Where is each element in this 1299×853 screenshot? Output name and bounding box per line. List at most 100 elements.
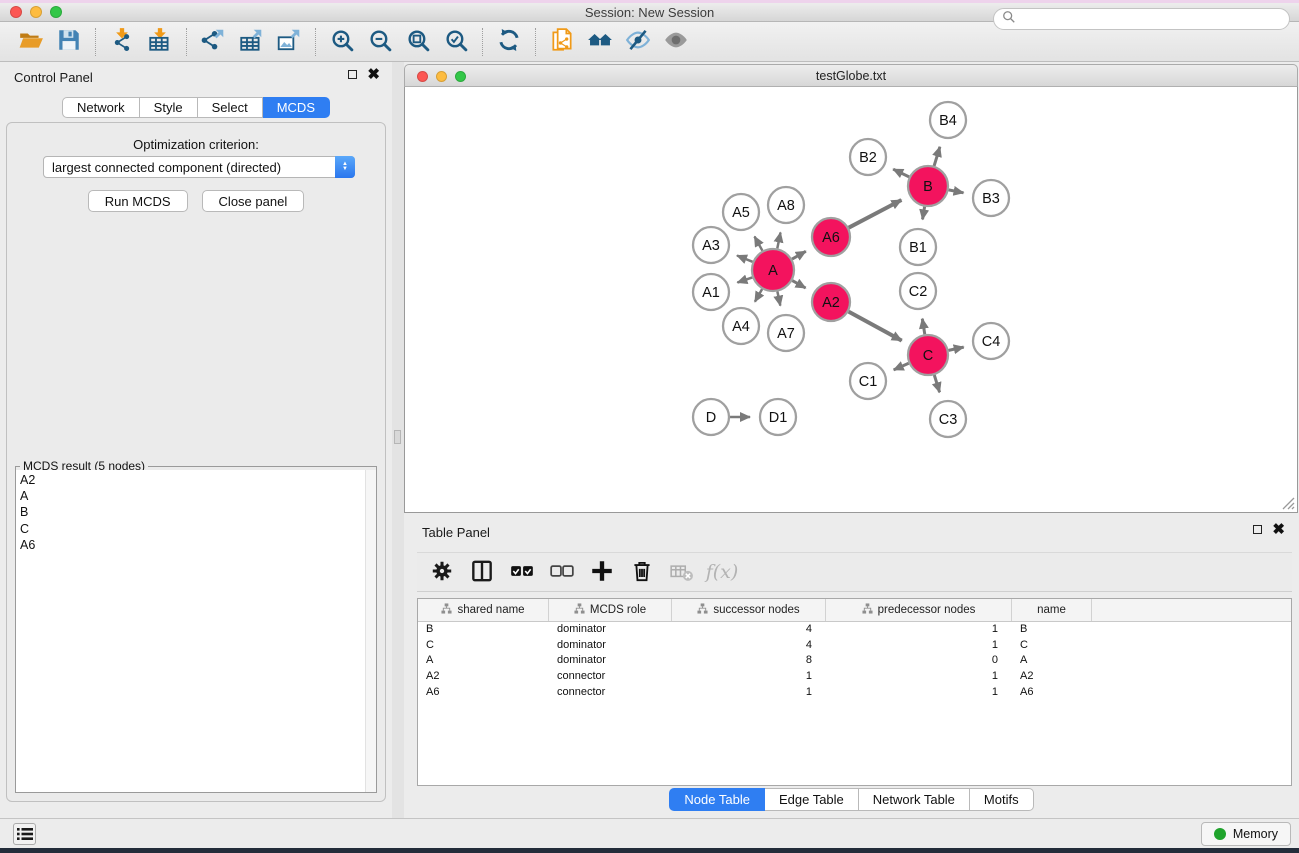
edge-C-C1[interactable] bbox=[894, 363, 909, 370]
show-eye-button[interactable] bbox=[657, 26, 695, 58]
node-B2[interactable]: B2 bbox=[850, 139, 886, 175]
edge-B-B4[interactable] bbox=[934, 147, 940, 166]
table-close-icon[interactable]: ✖ bbox=[1272, 525, 1285, 534]
task-history-button[interactable] bbox=[13, 823, 36, 845]
tab-network[interactable]: Network bbox=[62, 97, 140, 118]
import-network-button[interactable] bbox=[103, 26, 141, 58]
edge-A2-C[interactable] bbox=[849, 312, 902, 341]
network-window-titlebar[interactable]: testGlobe.txt bbox=[404, 64, 1298, 87]
hide-eye-button[interactable] bbox=[619, 26, 657, 58]
close-panel-button[interactable]: Close panel bbox=[202, 190, 305, 212]
open-folder-button[interactable] bbox=[12, 26, 50, 58]
zoom-fit-button[interactable] bbox=[399, 26, 437, 58]
search-field[interactable] bbox=[993, 8, 1290, 30]
zoom-selected-button[interactable] bbox=[437, 26, 475, 58]
cell[interactable]: connector bbox=[549, 685, 672, 701]
node-A2[interactable]: A2 bbox=[812, 283, 850, 321]
cell[interactable]: A6 bbox=[1012, 685, 1092, 701]
node-A6[interactable]: A6 bbox=[812, 218, 850, 256]
table-row[interactable]: A2connector11A2 bbox=[418, 669, 1291, 685]
tab-motifs[interactable]: Motifs bbox=[970, 788, 1034, 811]
result-item[interactable]: A6 bbox=[20, 537, 376, 553]
column-header-successor-nodes[interactable]: successor nodes bbox=[672, 599, 826, 621]
table-row[interactable]: A6connector11A6 bbox=[418, 685, 1291, 701]
save-button[interactable] bbox=[50, 26, 88, 58]
tab-style[interactable]: Style bbox=[140, 97, 198, 118]
edge-C-C4[interactable] bbox=[949, 347, 964, 350]
cell[interactable]: A2 bbox=[418, 669, 549, 685]
close-panel-icon[interactable]: ✖ bbox=[367, 70, 380, 79]
float-panel-icon[interactable] bbox=[348, 70, 357, 79]
select-all-button[interactable] bbox=[505, 556, 539, 588]
cell[interactable]: B bbox=[1012, 622, 1092, 638]
edge-A-A3[interactable] bbox=[737, 256, 753, 262]
cell[interactable]: 1 bbox=[672, 669, 826, 685]
edge-C-C2[interactable] bbox=[922, 319, 925, 335]
node-A4[interactable]: A4 bbox=[723, 308, 759, 344]
cell[interactable]: A6 bbox=[418, 685, 549, 701]
table-row[interactable]: Bdominator41B bbox=[418, 622, 1291, 638]
cell[interactable]: B bbox=[418, 622, 549, 638]
homes-button[interactable] bbox=[581, 26, 619, 58]
zoom-in-button[interactable] bbox=[323, 26, 361, 58]
node-A[interactable]: A bbox=[752, 249, 794, 291]
divider-handle-icon[interactable] bbox=[394, 430, 401, 444]
column-header-predecessor-nodes[interactable]: predecessor nodes bbox=[826, 599, 1012, 621]
cell[interactable]: dominator bbox=[549, 622, 672, 638]
cell[interactable]: C bbox=[1012, 638, 1092, 654]
node-C4[interactable]: C4 bbox=[973, 323, 1009, 359]
cell[interactable]: dominator bbox=[549, 653, 672, 669]
cell[interactable]: 1 bbox=[826, 685, 1012, 701]
criterion-select[interactable]: largest connected component (directed) ▲… bbox=[43, 156, 355, 178]
node-C3[interactable]: C3 bbox=[930, 401, 966, 437]
node-A7[interactable]: A7 bbox=[768, 315, 804, 351]
columns-button[interactable] bbox=[465, 556, 499, 588]
edge-B-B1[interactable] bbox=[923, 207, 925, 220]
deselect-all-button[interactable] bbox=[545, 556, 579, 588]
edge-A-A4[interactable] bbox=[755, 289, 762, 302]
table-row[interactable]: Cdominator41C bbox=[418, 638, 1291, 654]
node-table[interactable]: shared nameMCDS rolesuccessor nodesprede… bbox=[417, 598, 1292, 786]
result-item[interactable]: A bbox=[20, 488, 376, 504]
network-graph[interactable]: A5A8A3A1A4A7AA6A2B2B4BB3B1C2CC4C1C3DD1 bbox=[405, 87, 1297, 511]
node-D1[interactable]: D1 bbox=[760, 399, 796, 435]
cell[interactable]: connector bbox=[549, 669, 672, 685]
export-table-button[interactable] bbox=[232, 26, 270, 58]
edge-C-C3[interactable] bbox=[934, 375, 939, 392]
cell[interactable]: 1 bbox=[826, 638, 1012, 654]
cell[interactable]: 8 bbox=[672, 653, 826, 669]
cell[interactable]: 4 bbox=[672, 638, 826, 654]
node-B3[interactable]: B3 bbox=[973, 180, 1009, 216]
mcds-result-list[interactable]: A2ABCA6 bbox=[16, 470, 376, 792]
cell[interactable]: 1 bbox=[672, 685, 826, 701]
tab-network-table[interactable]: Network Table bbox=[859, 788, 970, 811]
node-A8[interactable]: A8 bbox=[768, 187, 804, 223]
edge-A-A7[interactable] bbox=[777, 292, 780, 306]
edge-A-A5[interactable] bbox=[755, 237, 763, 251]
export-network-button[interactable] bbox=[194, 26, 232, 58]
table-float-icon[interactable] bbox=[1253, 525, 1262, 534]
cell[interactable]: A bbox=[418, 653, 549, 669]
resize-grip-icon[interactable] bbox=[1282, 497, 1295, 510]
cell[interactable]: 4 bbox=[672, 622, 826, 638]
export-image-button[interactable] bbox=[270, 26, 308, 58]
cell[interactable]: A2 bbox=[1012, 669, 1092, 685]
tab-node-table[interactable]: Node Table bbox=[669, 788, 765, 811]
cell[interactable]: A bbox=[1012, 653, 1092, 669]
node-D[interactable]: D bbox=[693, 399, 729, 435]
edge-A-A6[interactable] bbox=[792, 251, 806, 259]
edge-A-A2[interactable] bbox=[792, 281, 805, 288]
panel-divider[interactable] bbox=[392, 62, 404, 818]
network-canvas[interactable]: A5A8A3A1A4A7AA6A2B2B4BB3B1C2CC4C1C3DD1 bbox=[404, 87, 1298, 513]
node-A5[interactable]: A5 bbox=[723, 194, 759, 230]
column-header-MCDS-role[interactable]: MCDS role bbox=[549, 599, 672, 621]
tab-select[interactable]: Select bbox=[198, 97, 263, 118]
tab-edge-table[interactable]: Edge Table bbox=[765, 788, 859, 811]
doc-network-button[interactable] bbox=[543, 26, 581, 58]
node-A1[interactable]: A1 bbox=[693, 274, 729, 310]
node-C[interactable]: C bbox=[908, 335, 948, 375]
cell[interactable]: C bbox=[418, 638, 549, 654]
delete-row-button[interactable] bbox=[625, 556, 659, 588]
result-item[interactable]: C bbox=[20, 521, 376, 537]
column-header-name[interactable]: name bbox=[1012, 599, 1092, 621]
